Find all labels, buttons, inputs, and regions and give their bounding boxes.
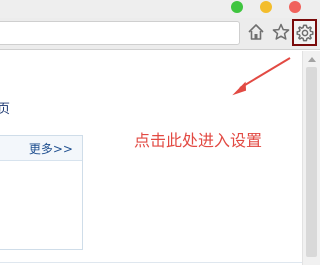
- scroll-thumb[interactable]: [306, 67, 317, 257]
- scroll-up-arrow-icon[interactable]: [308, 57, 316, 62]
- browser-toolbar: [0, 18, 320, 50]
- nav-text-partial[interactable]: 页: [0, 98, 10, 117]
- vertical-scrollbar[interactable]: [302, 51, 320, 265]
- content-divider: [0, 262, 302, 263]
- more-link[interactable]: 更多>>: [29, 140, 73, 157]
- gear-icon: [296, 24, 314, 42]
- home-icon[interactable]: [246, 22, 266, 42]
- window-titlebar: [0, 0, 320, 18]
- maximize-button[interactable]: [231, 1, 243, 13]
- bookmark-star-icon[interactable]: [271, 22, 291, 42]
- annotation-text: 点击此处进入设置: [134, 131, 263, 150]
- settings-button[interactable]: [292, 19, 317, 46]
- panel-header: 更多>>: [0, 136, 82, 161]
- annotation-arrow-icon: [232, 57, 291, 96]
- address-bar[interactable]: [0, 21, 240, 45]
- close-button[interactable]: [289, 1, 301, 13]
- news-panel: 更多>>: [0, 135, 83, 250]
- minimize-button[interactable]: [260, 1, 272, 13]
